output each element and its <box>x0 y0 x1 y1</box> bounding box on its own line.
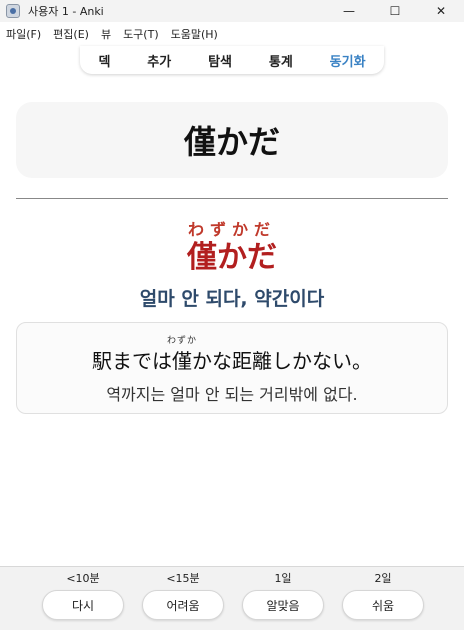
window-controls: — ☐ ✕ <box>326 0 464 22</box>
menu-help[interactable]: 도움말(H) <box>165 26 224 42</box>
toolbar-stats[interactable]: 통계 <box>269 51 293 70</box>
toolbar-decks[interactable]: 덱 <box>98 51 110 70</box>
good-interval: 1일 <box>274 572 292 585</box>
toolbar-sync[interactable]: 동기화 <box>330 51 366 70</box>
title-bar: 사용자 1 - Anki — ☐ ✕ <box>0 0 464 22</box>
menu-edit[interactable]: 편집(E) <box>47 26 95 42</box>
again-column: <10분 다시 <box>42 571 124 620</box>
main-toolbar: 덱 추가 탐색 통계 동기화 <box>80 46 384 74</box>
menu-file[interactable]: 파일(F) <box>0 26 47 42</box>
example-sentence: 駅までは僅かな距離しかない。 <box>92 349 372 373</box>
again-button[interactable]: 다시 <box>42 590 124 620</box>
answer-word: 僅かだ <box>187 240 277 275</box>
example-box: わずか 駅までは僅かな距離しかない。 역까지는 얼마 안 되는 거리밖에 없다. <box>16 322 448 414</box>
question-box: 僅かだ <box>16 102 448 178</box>
good-column: 1일 알맞음 <box>242 571 324 620</box>
minimize-button[interactable]: — <box>326 0 372 22</box>
close-button[interactable]: ✕ <box>418 0 464 22</box>
good-button[interactable]: 알맞음 <box>242 590 324 620</box>
answer-divider <box>16 198 448 199</box>
example-translation: 역까지는 얼마 안 되는 거리밖에 없다. <box>106 385 358 404</box>
answer-bar: <10분 다시 <15분 어려움 1일 알맞음 2일 쉬움 <box>0 566 464 630</box>
hard-column: <15분 어려움 <box>142 571 224 620</box>
maximize-button[interactable]: ☐ <box>372 0 418 22</box>
answer-meaning: 얼마 안 되다, 약간이다 <box>139 288 325 310</box>
anki-app-icon <box>6 4 20 18</box>
easy-interval: 2일 <box>374 572 392 585</box>
window-title: 사용자 1 - Anki <box>28 5 104 18</box>
easy-button[interactable]: 쉬움 <box>342 590 424 620</box>
question-text: 僅かだ <box>183 123 280 161</box>
easy-column: 2일 쉬움 <box>342 571 424 620</box>
menu-bar: 파일(F) 편집(E) 뷰 도구(T) 도움말(H) <box>0 24 464 44</box>
hard-interval: <15분 <box>166 572 200 585</box>
menu-view[interactable]: 뷰 <box>95 26 117 42</box>
toolbar-browse[interactable]: 탐색 <box>208 51 232 70</box>
toolbar-add[interactable]: 추가 <box>147 51 171 70</box>
again-interval: <10분 <box>66 572 100 585</box>
hard-button[interactable]: 어려움 <box>142 590 224 620</box>
menu-tools[interactable]: 도구(T) <box>117 26 165 42</box>
